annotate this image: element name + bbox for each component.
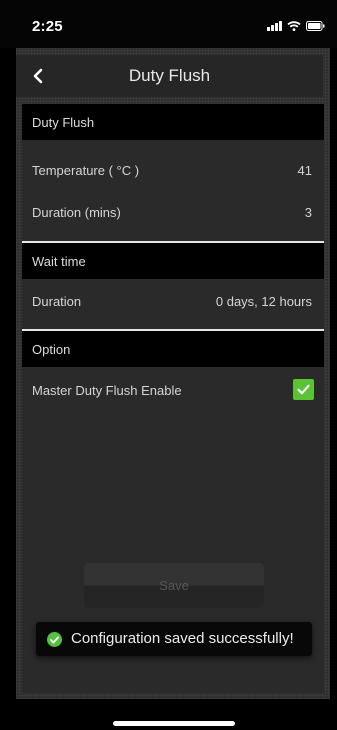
duration-mins-value[interactable]: 3 (305, 205, 312, 220)
section-title: Option (32, 342, 71, 357)
home-indicator[interactable] (113, 721, 235, 726)
row-label: Master Duty Flush Enable (32, 383, 182, 398)
section-header-duty-flush: Duty Flush (22, 104, 324, 140)
wait-duration-row[interactable]: Duration 0 days, 12 hours (22, 287, 324, 317)
settings-content: Duty Flush Temperature ( °C ) 41 Duratio… (22, 104, 324, 693)
section-title: Wait time (32, 254, 86, 269)
check-circle-icon (47, 632, 62, 647)
section-title: Duty Flush (32, 115, 95, 130)
status-bar: 2:25 (0, 0, 337, 48)
battery-icon (306, 21, 325, 31)
duration-mins-row[interactable]: Duration (mins) 3 (22, 198, 324, 228)
signal-icon (267, 21, 282, 31)
section-header-wait-time: Wait time (22, 243, 324, 279)
row-label: Duration (32, 294, 82, 309)
checkmark-icon (297, 384, 310, 395)
page-title: Duty Flush (128, 66, 211, 85)
row-label: Temperature ( °C ) (32, 163, 140, 178)
save-button[interactable]: Save (84, 563, 264, 608)
temperature-value[interactable]: 41 (298, 163, 312, 178)
master-enable-row[interactable]: Master Duty Flush Enable (22, 376, 324, 406)
wait-duration-value[interactable]: 0 days, 12 hours (216, 294, 312, 309)
toast-notification: Configuration saved successfully! (36, 622, 312, 656)
toast-message: Configuration saved successfully! (71, 630, 294, 647)
status-icons (267, 21, 325, 31)
section-header-option: Option (22, 331, 324, 367)
row-label: Duration (mins) (32, 205, 121, 220)
status-time: 2:25 (32, 18, 63, 35)
wifi-icon (287, 21, 301, 31)
header-bar: Duty Flush (16, 55, 323, 97)
master-enable-checkbox[interactable] (293, 379, 314, 400)
temperature-row[interactable]: Temperature ( °C ) 41 (22, 156, 324, 186)
